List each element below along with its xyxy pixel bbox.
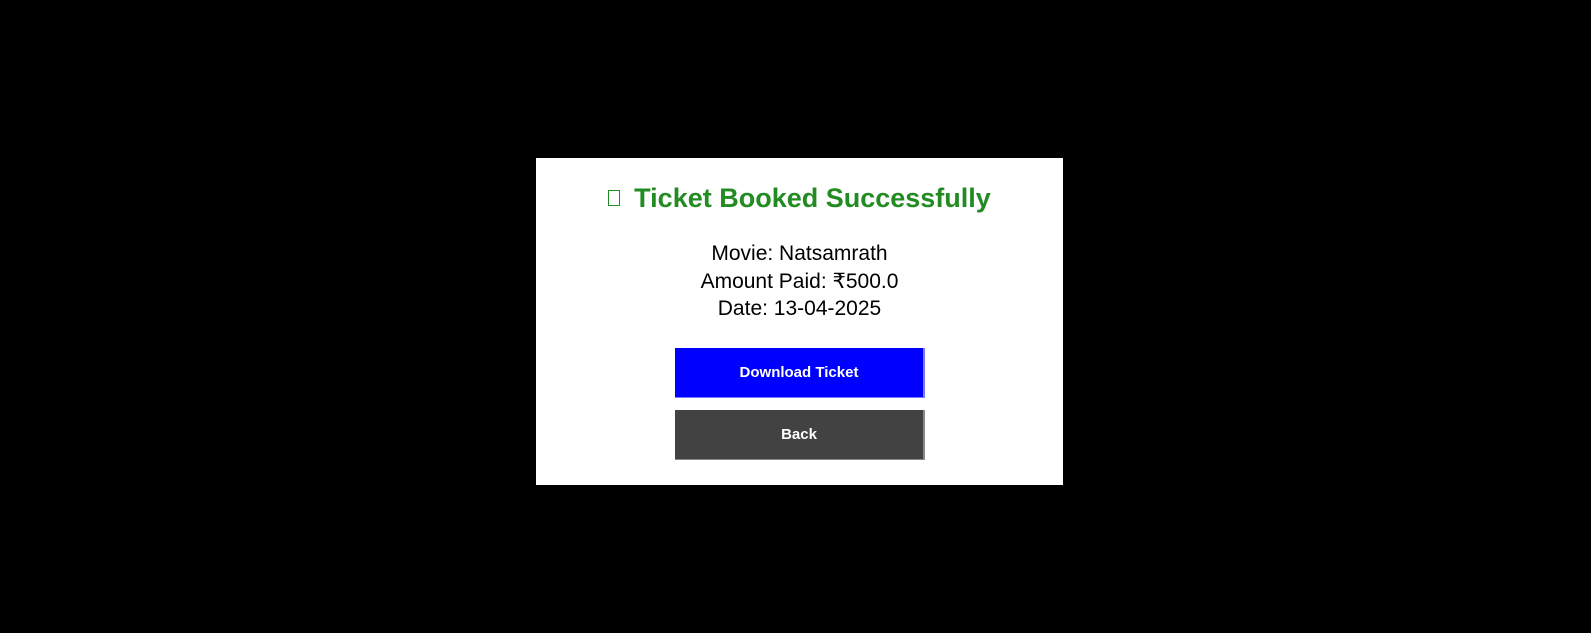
download-ticket-button[interactable]: Download Ticket	[675, 348, 925, 398]
screen-backdrop: Ticket Booked Successfully Movie: Natsam…	[0, 0, 1591, 633]
missing-glyph-icon	[608, 189, 621, 206]
dialog-title: Ticket Booked Successfully	[634, 183, 991, 213]
amount-line: Amount Paid: ₹500.0	[700, 269, 899, 293]
back-button[interactable]: Back	[675, 410, 925, 460]
dialog-title-row: Ticket Booked Successfully	[536, 182, 1063, 214]
movie-line: Movie: Natsamrath	[711, 242, 888, 265]
booking-details: Movie: Natsamrath Amount Paid: ₹500.0 Da…	[536, 240, 1063, 323]
booking-confirmation-dialog: Ticket Booked Successfully Movie: Natsam…	[536, 158, 1063, 485]
date-line: Date: 13-04-2025	[717, 297, 882, 320]
